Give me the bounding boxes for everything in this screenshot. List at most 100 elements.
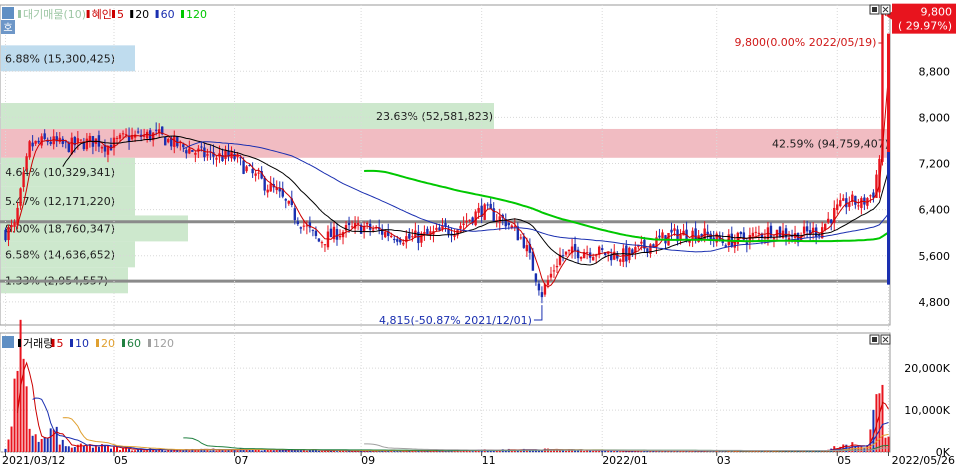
candle-body	[302, 225, 306, 227]
candle-body	[857, 205, 860, 207]
candle-body	[224, 150, 227, 159]
legend-marker	[70, 339, 73, 347]
y-tick-label: 5,600	[919, 250, 951, 263]
legend-marker	[122, 339, 125, 347]
volume-bar	[170, 450, 173, 452]
candle-body	[19, 188, 22, 206]
x-tick-label: 2022/05/26	[892, 454, 955, 466]
candle-body	[405, 236, 408, 243]
y-tick-label: 7,200	[919, 158, 951, 171]
legend-label: 60	[127, 337, 141, 350]
candle-body	[118, 134, 122, 139]
candle-body	[402, 242, 405, 245]
candle-body	[164, 136, 167, 146]
volume-bar	[155, 450, 158, 452]
volume-bar	[125, 448, 128, 452]
candle-body	[37, 140, 40, 143]
candle-body	[552, 270, 556, 272]
volume-bar	[164, 450, 167, 452]
candle-body	[854, 195, 857, 205]
legend-marker	[148, 339, 151, 347]
current-change-label: ( 29.97%)	[898, 20, 952, 33]
volume-bar	[884, 437, 887, 452]
x-tick-label: 05	[114, 454, 128, 466]
candle-body	[817, 234, 821, 236]
x-tick-label: 07	[235, 454, 249, 466]
volume-bar	[565, 450, 568, 452]
volume-bar	[119, 449, 122, 452]
volume-bar	[320, 450, 323, 452]
volume-bar	[260, 450, 263, 452]
candle-body	[299, 227, 303, 229]
legend-label: 거래량	[23, 337, 53, 350]
candle-body	[245, 166, 248, 172]
candle-body	[7, 227, 10, 241]
volume-bar	[146, 450, 149, 452]
x-tick-label: 11	[482, 454, 496, 466]
candle-body	[739, 232, 743, 235]
candle-body	[468, 219, 471, 221]
volume-bar	[49, 428, 52, 452]
candle-body	[85, 138, 89, 150]
candle-body	[435, 227, 438, 230]
candle-body	[661, 232, 664, 239]
candle-body	[839, 200, 842, 207]
candle-body	[567, 249, 571, 252]
candle-body	[287, 200, 290, 204]
candle-body	[706, 231, 709, 235]
candle-body	[350, 226, 354, 228]
volume-bar	[46, 438, 49, 452]
candle-body	[860, 198, 863, 208]
candle-body	[751, 232, 755, 237]
candle-body	[311, 229, 315, 231]
legend-tab[interactable]	[2, 336, 14, 348]
supply-zone-label: 23.63% (52,581,823)	[376, 110, 493, 123]
stock-chart: 6.88% (15,300,425) 23.63% (52,581,823) 42.…	[0, 0, 957, 466]
volume-bar	[658, 451, 661, 452]
legend-marker	[18, 10, 21, 18]
volume-bar	[97, 446, 100, 452]
supply-zone-label: 42.59% (94,759,407)	[772, 137, 889, 150]
candle-body	[769, 225, 773, 238]
volume-bar	[112, 446, 115, 452]
candle-body	[827, 218, 830, 223]
volume-bar	[209, 450, 212, 452]
volume-bar	[670, 451, 673, 452]
legend-marker	[112, 10, 115, 18]
candle-body	[585, 252, 589, 254]
legend-marker	[181, 10, 184, 18]
candle-body	[465, 221, 468, 223]
candle-body	[561, 255, 565, 257]
volume-bar	[91, 447, 94, 452]
volume-bar	[323, 450, 326, 452]
legend-marker	[155, 10, 159, 18]
volume-bar	[103, 445, 106, 452]
volume-bar	[305, 450, 308, 452]
volume-bar	[134, 450, 137, 452]
legend-tab[interactable]	[2, 7, 14, 19]
volume-bar	[336, 451, 339, 452]
candle-body	[263, 177, 266, 191]
candle-body	[830, 219, 833, 224]
volume-bar	[131, 450, 134, 452]
volume-bar	[613, 450, 616, 452]
candle-body	[396, 239, 399, 242]
volume-bar	[37, 441, 40, 452]
y-tick-label: 6,400	[919, 204, 951, 217]
volume-bar	[82, 445, 85, 452]
candle-body	[673, 228, 676, 231]
candle-body	[438, 227, 441, 231]
volume-bar	[221, 449, 224, 452]
volume-bar	[10, 426, 13, 452]
volume-bar	[272, 450, 275, 452]
candle-body	[564, 251, 568, 255]
candle-body	[417, 231, 420, 244]
volume-bar	[378, 451, 381, 452]
candle-body	[670, 229, 673, 233]
candle-body	[754, 231, 758, 233]
supply-zone	[1, 128, 890, 158]
candle-body	[242, 160, 245, 174]
candle-body	[591, 256, 595, 261]
candle-body	[124, 134, 128, 136]
candle-body	[640, 241, 643, 244]
